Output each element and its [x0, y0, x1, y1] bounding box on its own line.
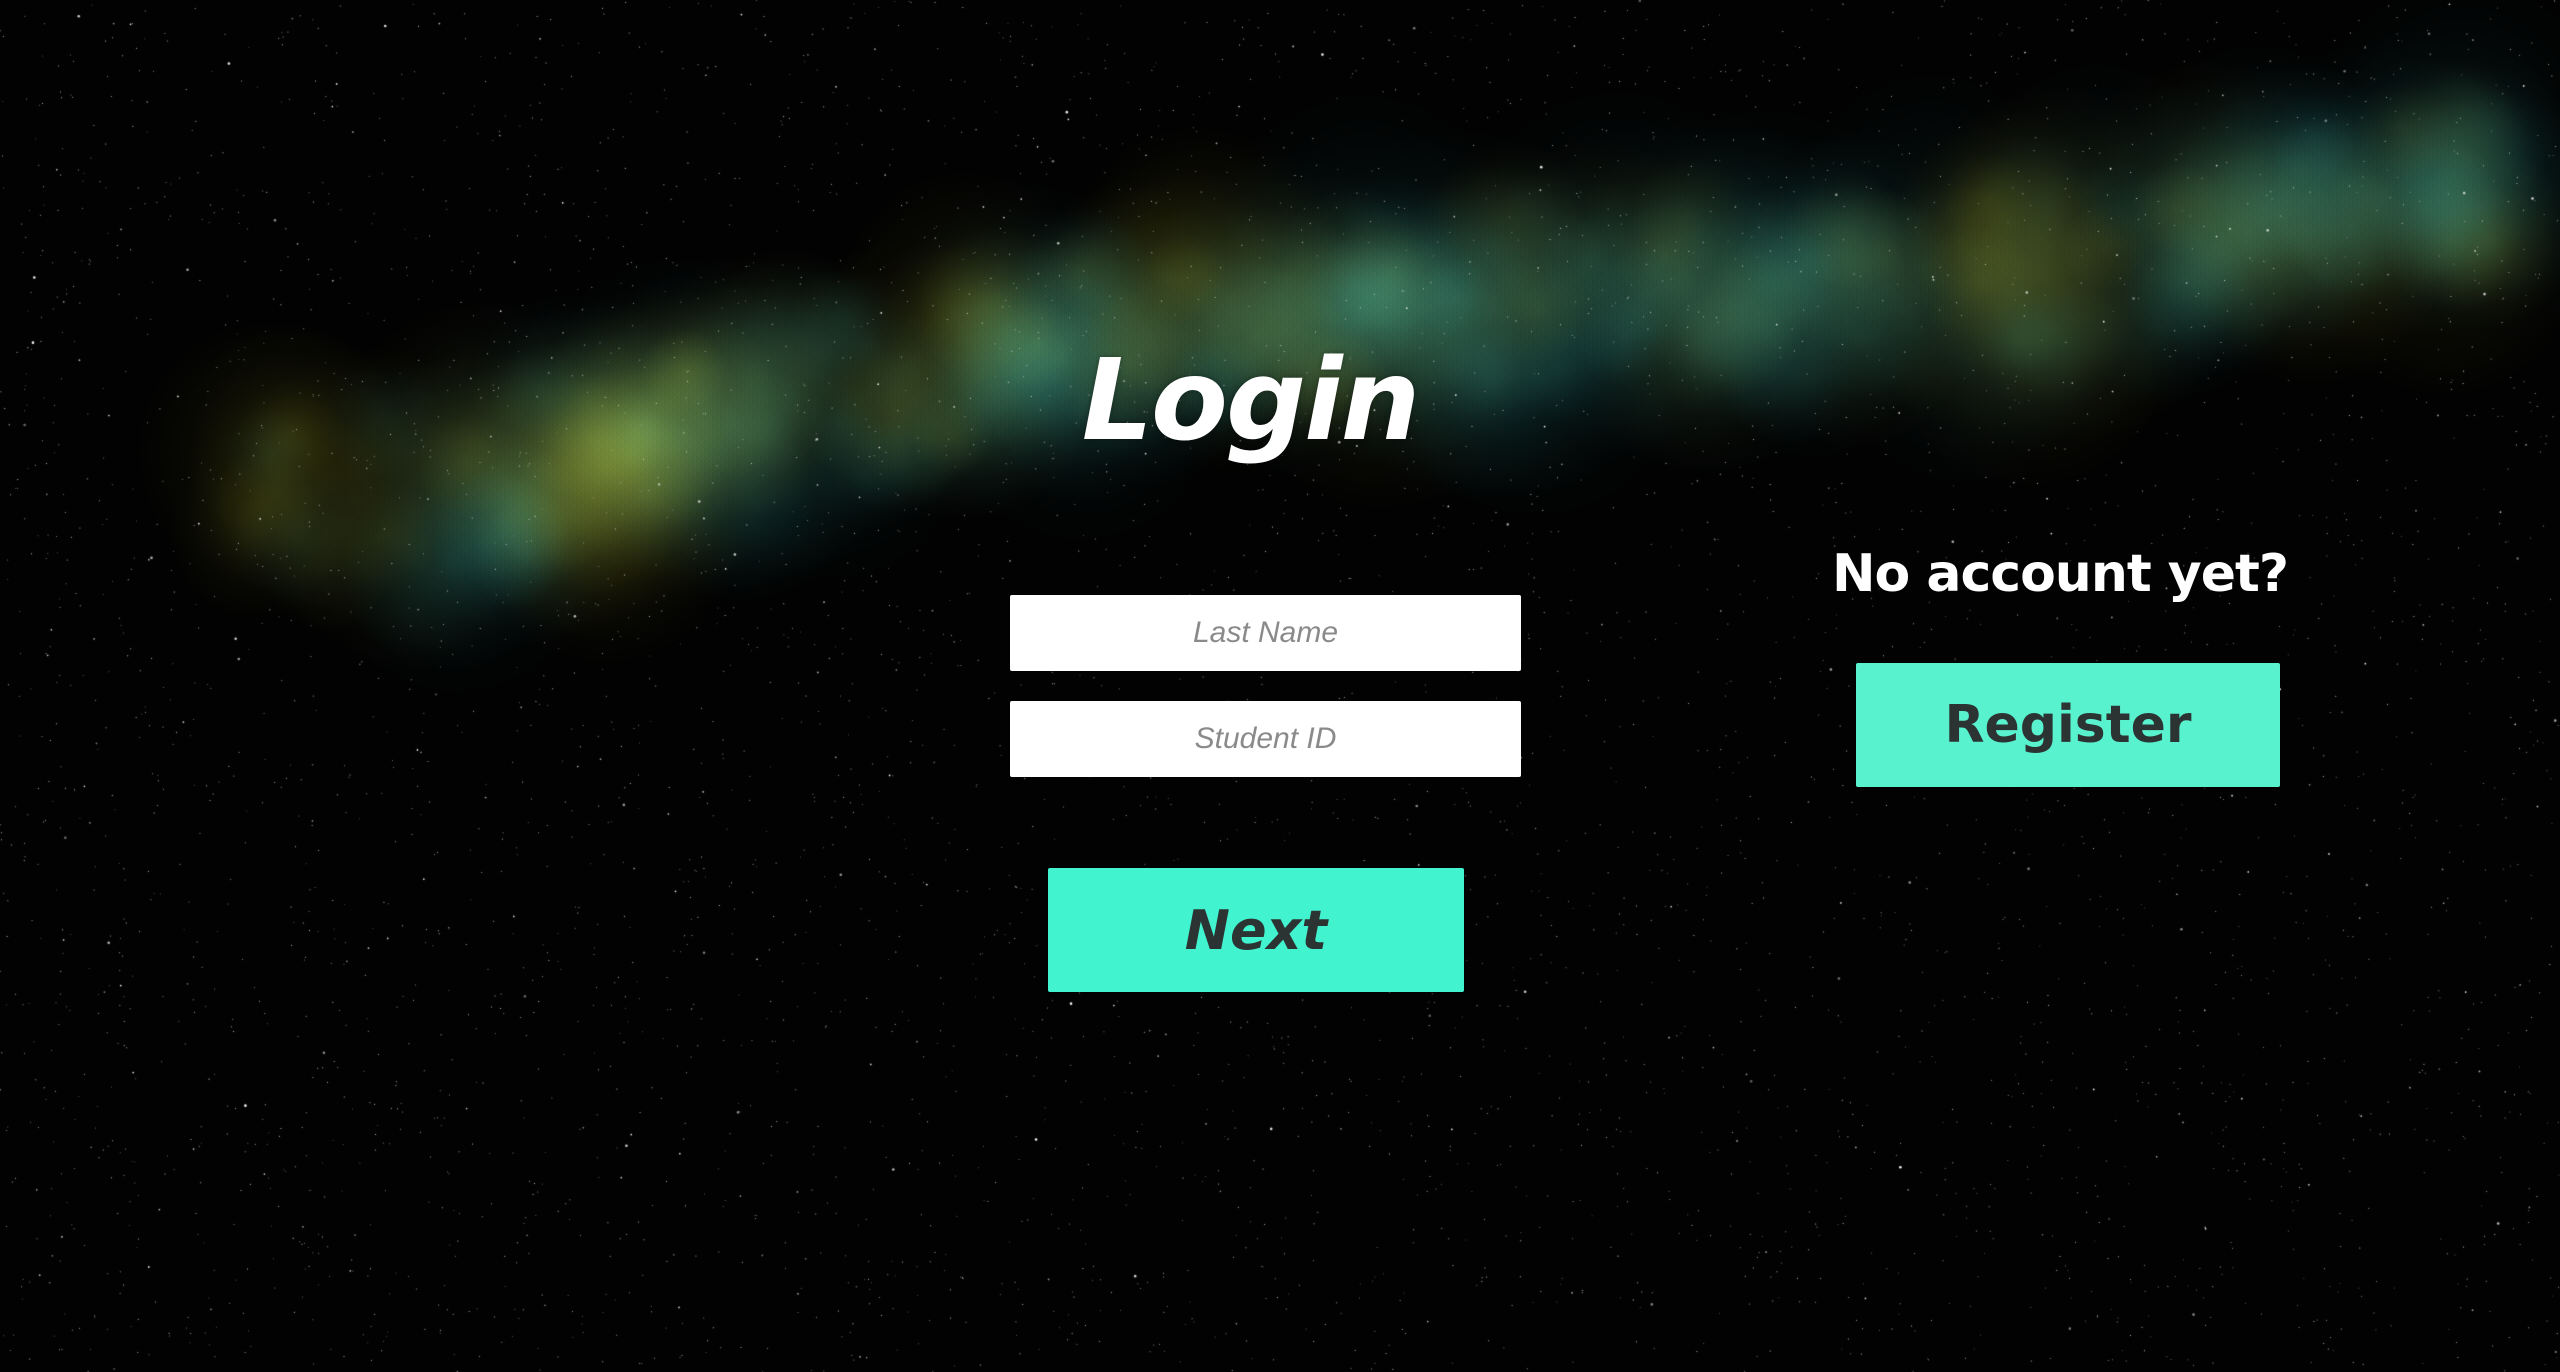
- last-name-input[interactable]: [1010, 595, 1521, 671]
- register-button[interactable]: Register: [1856, 663, 2280, 787]
- next-button[interactable]: Next: [1048, 868, 1464, 992]
- student-id-input[interactable]: [1010, 701, 1521, 777]
- next-button-label: Next: [1184, 898, 1328, 962]
- no-account-prompt: No account yet?: [1832, 544, 2289, 604]
- login-screen: Login Next No account yet? Register: [0, 0, 2560, 1372]
- page-title: Login: [1081, 336, 1421, 466]
- register-button-label: Register: [1944, 695, 2192, 755]
